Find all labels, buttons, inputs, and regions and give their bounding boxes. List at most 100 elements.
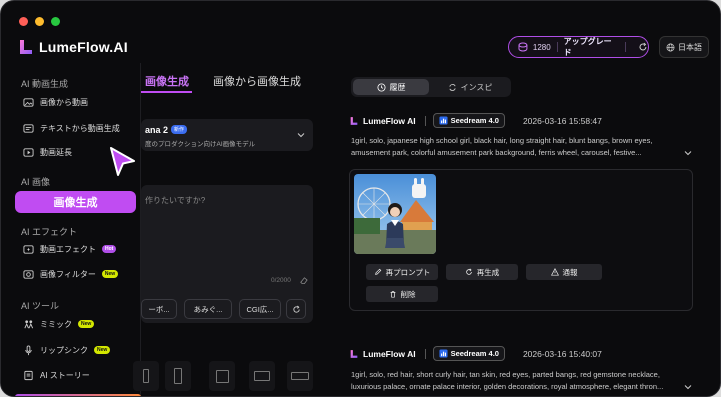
sidebar-item-image-to-video[interactable]: 画像から動画 — [23, 95, 88, 109]
eraser-icon[interactable] — [299, 276, 308, 285]
chevron-down-icon[interactable] — [684, 149, 692, 157]
chevron-down-icon[interactable] — [684, 383, 692, 391]
result-card: 再プロンプト 再生成 通報 削除 — [349, 169, 693, 311]
tab-label: 履歴 — [389, 82, 406, 92]
section-title-tools: AI ツール — [21, 301, 60, 311]
sidebar-item-label: リップシンク — [40, 345, 88, 355]
upgrade-button[interactable]: アップグレード — [564, 36, 619, 58]
logo-icon — [350, 349, 358, 358]
image-filter-icon — [23, 269, 34, 279]
sidebar-item-lip-sync[interactable]: リップシンク New — [23, 343, 111, 357]
delete-button[interactable]: 削除 — [366, 286, 438, 302]
refresh-icon — [465, 268, 472, 275]
entry-brand: LumeFlow AI — [363, 348, 416, 359]
warning-icon — [550, 268, 559, 276]
style-chip[interactable]: ーボ... — [141, 299, 177, 319]
model-description: 度のプロダクション向けAI画像モデル — [145, 141, 256, 148]
language-selector[interactable]: 日本語 — [659, 36, 709, 58]
logo-icon — [20, 40, 32, 54]
credits-upgrade-pill[interactable]: 1280 アップグレード — [508, 36, 649, 58]
app-window: LumeFlow.AI 1280 アップグレード 日本語 AI 動画生成 画像か… — [0, 0, 721, 397]
reprompt-button[interactable]: 再プロンプト — [366, 264, 438, 280]
model-chip: Seedream 4.0 — [432, 346, 505, 361]
sidebar-item-label: AI ストーリー — [40, 370, 90, 380]
aspect-ratio-option[interactable] — [287, 361, 313, 391]
new-badge: New — [101, 270, 119, 278]
button-label: 再プロンプト — [385, 267, 431, 277]
microphone-icon — [25, 344, 32, 355]
tab-image-generation[interactable]: 画像生成 — [145, 73, 189, 89]
sidebar-item-text-to-video[interactable]: テキストから動画生成 — [23, 121, 120, 135]
model-name: ana 2 — [145, 125, 169, 135]
sync-icon — [448, 83, 456, 91]
bar-chart-icon — [439, 116, 448, 125]
sidebar-item-label: 画像から動画 — [40, 97, 88, 107]
maximize-window-button[interactable] — [51, 17, 60, 26]
report-button[interactable]: 通報 — [526, 264, 602, 280]
prompt-placeholder: 作りたいですか? — [145, 196, 206, 205]
button-label: 削除 — [400, 289, 416, 299]
refresh-icon[interactable] — [638, 42, 648, 52]
refresh-icon — [292, 305, 300, 313]
mouse-cursor-icon — [110, 147, 135, 176]
aspect-ratio-option[interactable] — [133, 361, 159, 391]
app-header: LumeFlow.AI 1280 アップグレード 日本語 — [1, 31, 720, 63]
model-selector[interactable]: ana 2 新作 度のプロダクション向けAI画像モデル — [141, 119, 313, 151]
minimize-window-button[interactable] — [35, 17, 44, 26]
sidebar: AI 動画生成 画像から動画 テキストから動画生成 動画延長 AI 画像 画像生… — [1, 63, 141, 396]
button-label: 再生成 — [476, 267, 500, 277]
section-title-image: AI 画像 — [21, 177, 51, 187]
credits-count: 1280 — [532, 42, 551, 52]
aspect-ratio-option[interactable] — [165, 361, 191, 391]
trash-icon — [390, 291, 395, 298]
shuffle-chips-button[interactable] — [286, 299, 306, 319]
active-tab-indicator — [141, 91, 192, 93]
close-window-button[interactable] — [19, 17, 28, 26]
sidebar-item-image-generation[interactable]: 画像生成 — [15, 191, 136, 213]
mimic-icon — [24, 319, 34, 328]
aspect-ratio-option[interactable] — [249, 361, 275, 391]
entry-prompt-line: amusement park, colorful amusement park … — [351, 148, 642, 157]
style-chip[interactable]: CGI広... — [239, 299, 281, 319]
story-icon — [24, 370, 33, 380]
section-title-video: AI 動画生成 — [21, 79, 69, 89]
regenerate-button[interactable]: 再生成 — [446, 264, 518, 280]
title-bar — [1, 1, 720, 31]
image-icon — [23, 97, 34, 107]
credits-coin-icon — [518, 42, 528, 52]
tab-label: インスピ — [460, 82, 493, 92]
globe-icon — [666, 43, 675, 51]
model-new-badge: 新作 — [171, 125, 188, 134]
tab-image-to-image[interactable]: 画像から画像生成 — [213, 73, 301, 89]
sidebar-item-label: 動画エフェクト — [40, 244, 96, 254]
video-effect-icon — [23, 244, 34, 254]
entry-timestamp: 2026-03-16 15:40:07 — [522, 348, 602, 359]
new-badge: New — [78, 320, 95, 328]
app-name: LumeFlow.AI — [39, 39, 128, 55]
sidebar-item-image-filter[interactable]: 画像フィルター New — [23, 267, 119, 281]
section-title-effects: AI エフェクト — [21, 227, 78, 237]
hot-badge: Hot — [102, 245, 117, 253]
video-extend-icon — [23, 147, 34, 157]
sidebar-item-ai-story[interactable]: AI ストーリー — [23, 368, 90, 382]
entry-prompt-line: 1girl, solo, japanese high school girl, … — [351, 136, 653, 145]
sidebar-item-label: 画像フィルター — [40, 269, 96, 279]
new-badge: New — [94, 346, 111, 354]
style-chip[interactable]: あみぐ... — [184, 299, 232, 319]
generated-image[interactable] — [354, 174, 436, 254]
aspect-ratio-option[interactable] — [209, 361, 235, 391]
prompt-char-count: 0/2000 — [271, 277, 291, 284]
sidebar-item-video-extend[interactable]: 動画延長 — [23, 145, 72, 159]
entry-brand: LumeFlow AI — [363, 115, 416, 126]
tab-history[interactable]: 履歴 — [353, 79, 429, 95]
bar-chart-icon — [439, 349, 448, 358]
tab-inspiration[interactable]: インスピ — [431, 79, 509, 95]
sidebar-item-label: 動画延長 — [40, 147, 72, 157]
logo-icon — [350, 116, 358, 125]
history-tabs: 履歴 インスピ — [351, 77, 511, 97]
clock-icon — [376, 82, 386, 92]
model-chip-label: Seedream 4.0 — [450, 116, 499, 125]
sidebar-item-video-effects[interactable]: 動画エフェクト Hot — [23, 242, 117, 256]
entry-prompt-line: 1girl, solo, red hair, short curly hair,… — [351, 370, 660, 379]
sidebar-item-mimic[interactable]: ミミック New — [23, 317, 95, 331]
